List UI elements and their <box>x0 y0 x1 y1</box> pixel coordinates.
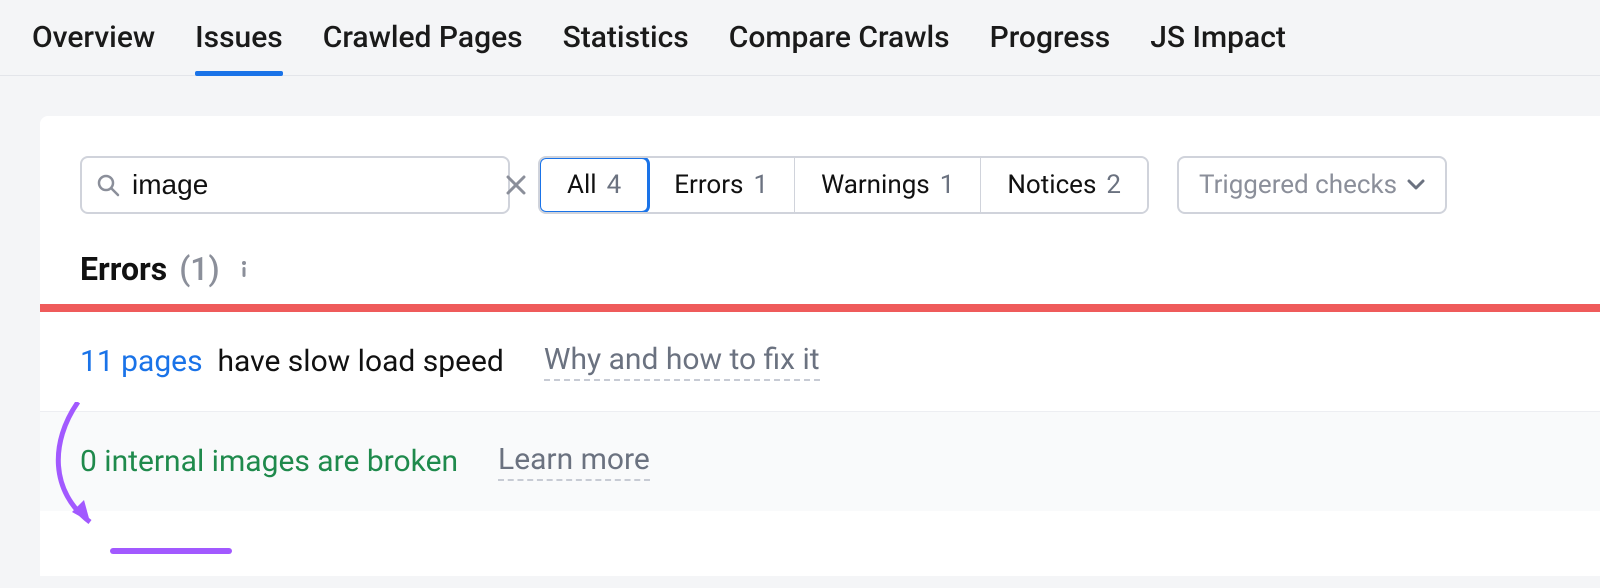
search-icon <box>96 173 120 197</box>
issue-why-link[interactable]: Why and how to fix it <box>544 342 820 381</box>
chevron-down-icon <box>1407 179 1425 191</box>
info-icon[interactable] <box>232 257 256 281</box>
filter-all[interactable]: All 4 <box>538 156 650 214</box>
filter-errors-label: Errors <box>674 170 743 200</box>
section-count: (1) <box>179 250 219 288</box>
filter-errors[interactable]: Errors 1 <box>648 158 795 212</box>
section-title: Errors <box>80 250 167 288</box>
search-input[interactable] <box>132 169 493 201</box>
issues-panel: All 4 Errors 1 Warnings 1 Notices 2 Trig… <box>40 116 1600 576</box>
filter-all-label: All <box>567 170 597 200</box>
section-errors-head: Errors (1) <box>40 250 1600 304</box>
filter-notices[interactable]: Notices 2 <box>981 158 1147 212</box>
tab-overview[interactable]: Overview <box>32 20 155 75</box>
tab-issues[interactable]: Issues <box>195 20 283 75</box>
issue-row: 11 pages have slow load speed Why and ho… <box>40 312 1600 411</box>
search-input-wrap[interactable] <box>80 156 510 214</box>
dropdown-label: Triggered checks <box>1199 170 1397 200</box>
tab-crawled-pages[interactable]: Crawled Pages <box>323 20 523 75</box>
filter-all-count: 4 <box>607 170 622 200</box>
tab-statistics[interactable]: Statistics <box>563 20 689 75</box>
filter-segment: All 4 Errors 1 Warnings 1 Notices 2 <box>538 156 1149 214</box>
filter-warnings[interactable]: Warnings 1 <box>795 158 981 212</box>
clear-icon[interactable] <box>505 174 527 196</box>
issue-learn-more-link[interactable]: Learn more <box>498 442 650 481</box>
triggered-checks-dropdown[interactable]: Triggered checks <box>1177 156 1447 214</box>
issue-desc-text: have slow load speed <box>217 344 503 379</box>
filter-errors-count: 1 <box>753 170 768 200</box>
nav-tabs: Overview Issues Crawled Pages Statistics… <box>0 0 1600 76</box>
tab-compare-crawls[interactable]: Compare Crawls <box>729 20 950 75</box>
filter-notices-count: 2 <box>1106 170 1121 200</box>
issue-count-link[interactable]: 0 internal images are broken <box>80 444 458 479</box>
tab-progress[interactable]: Progress <box>990 20 1111 75</box>
filter-notices-label: Notices <box>1007 170 1096 200</box>
controls-row: All 4 Errors 1 Warnings 1 Notices 2 Trig… <box>40 156 1600 250</box>
filter-warnings-label: Warnings <box>821 170 930 200</box>
filter-warnings-count: 1 <box>940 170 955 200</box>
error-divider <box>40 304 1600 312</box>
tab-js-impact[interactable]: JS Impact <box>1150 20 1286 75</box>
annotation-underline <box>110 548 232 554</box>
issue-count-link[interactable]: 11 pages <box>80 344 203 379</box>
issue-row: 0 internal images are broken Learn more <box>40 411 1600 511</box>
